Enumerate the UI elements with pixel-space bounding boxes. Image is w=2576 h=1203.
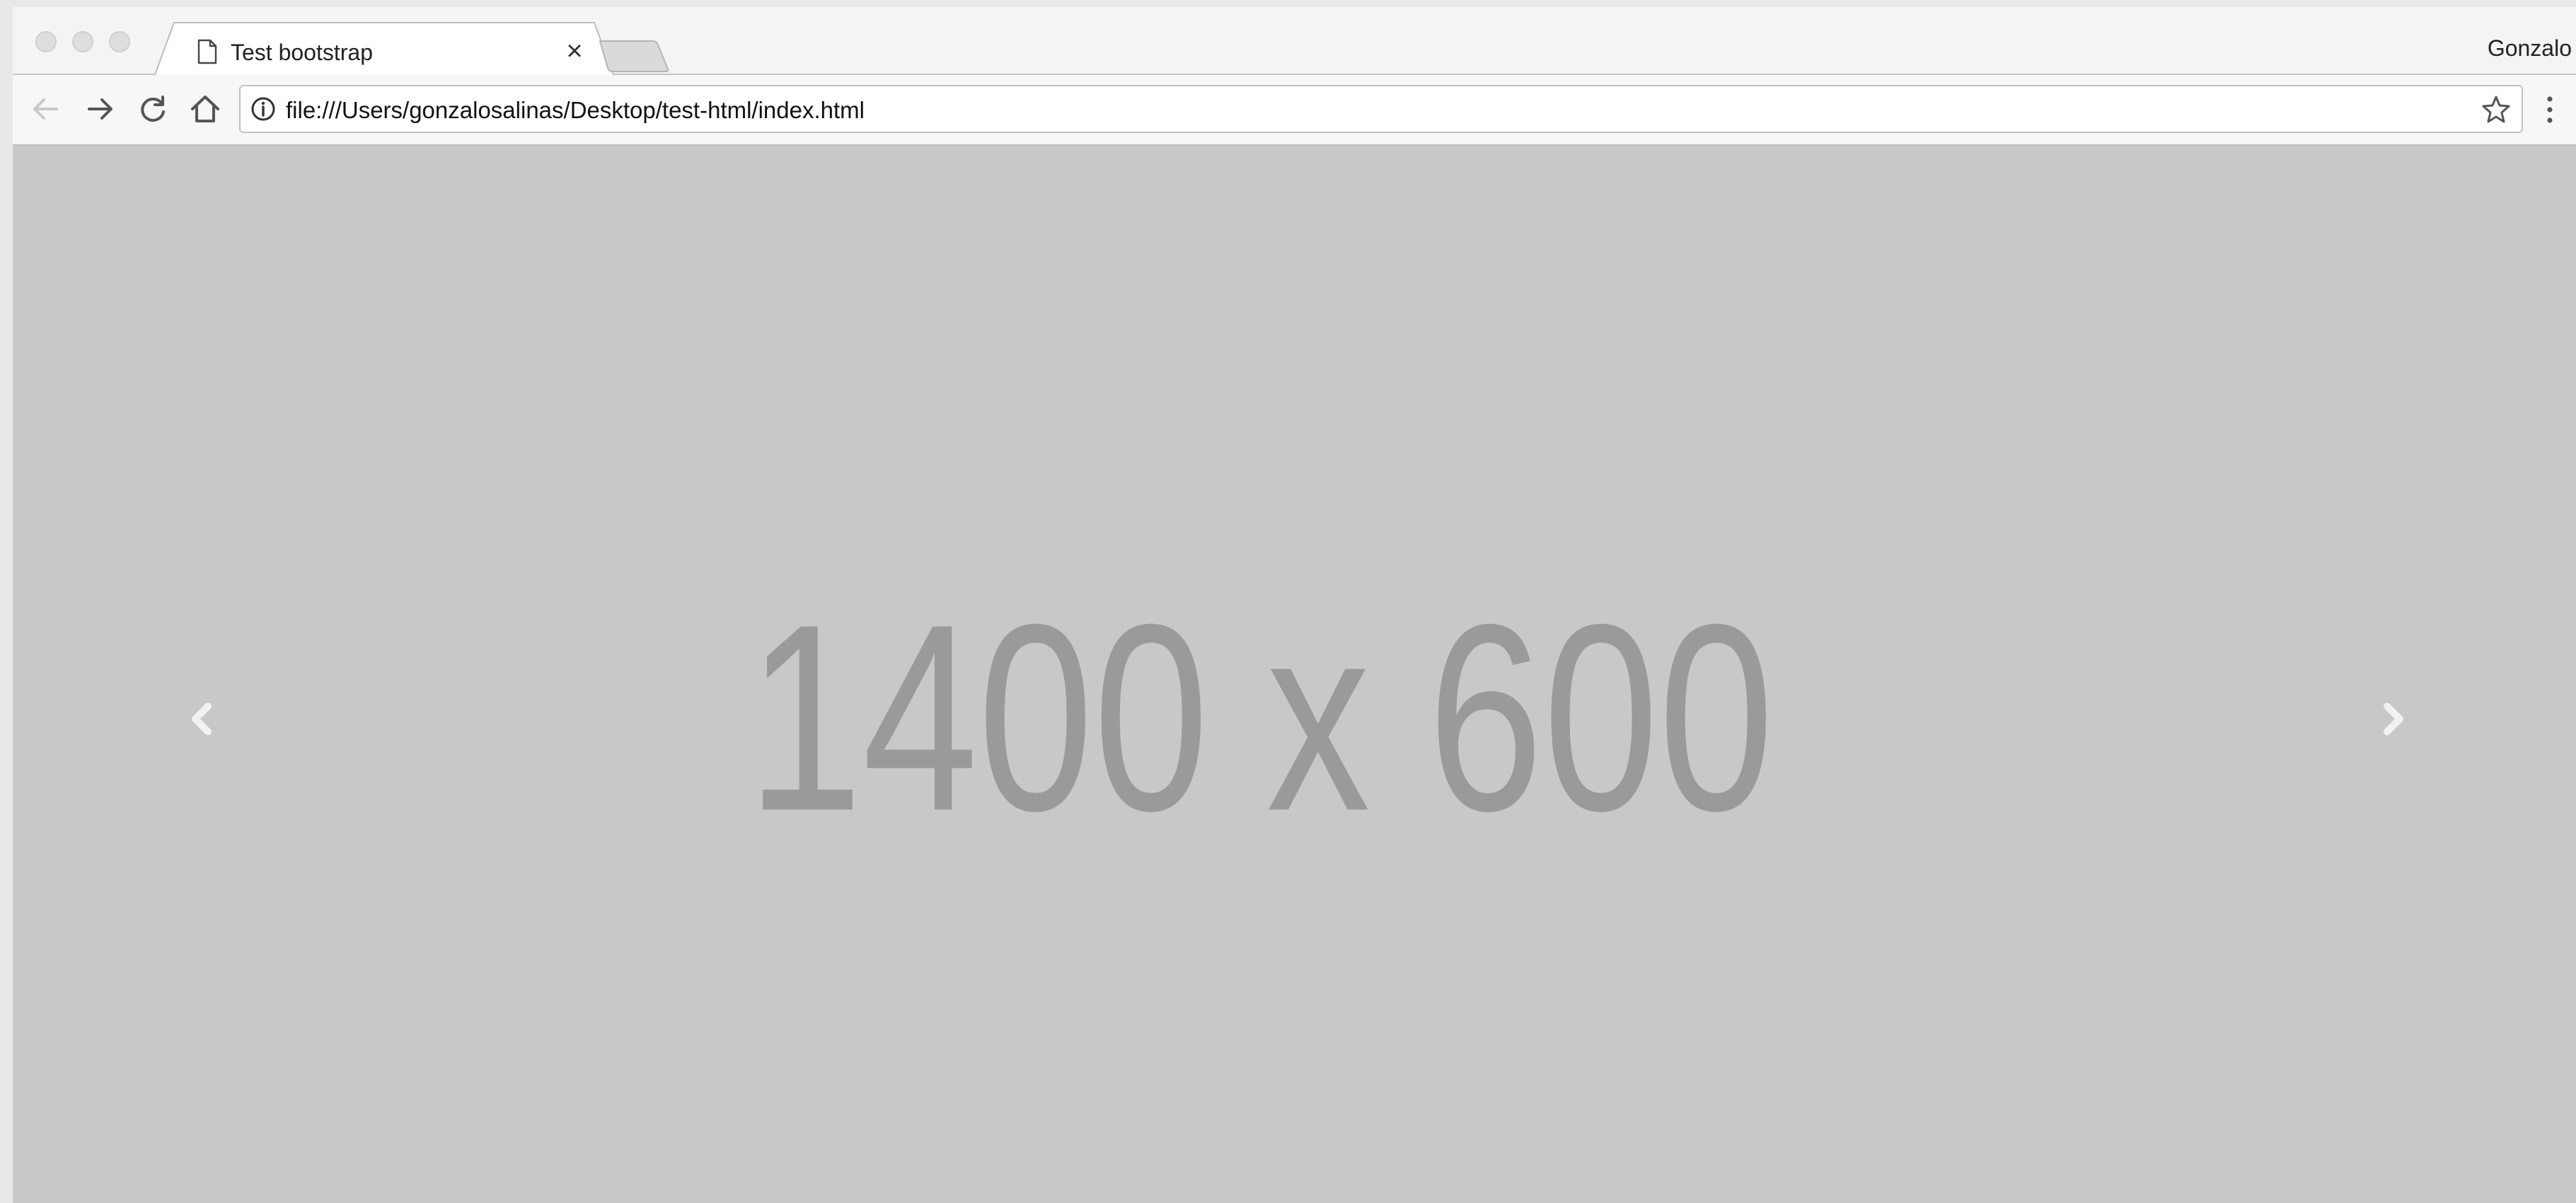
tab-close-button[interactable]: × (560, 37, 589, 65)
chevron-left-icon[interactable] (180, 691, 222, 747)
tab-test-bootstrap[interactable]: Test bootstrap × (154, 21, 614, 76)
url-text[interactable]: file:///Users/gonzalosalinas/Desktop/tes… (286, 97, 865, 124)
kebab-menu-icon[interactable] (2544, 93, 2555, 126)
profile-name[interactable]: Gonzalo (2488, 35, 2572, 62)
chevron-right-icon[interactable] (2373, 691, 2415, 747)
tab-strip: Test bootstrap × Gonzalo (13, 7, 2576, 76)
browser-toolbar: file:///Users/gonzalosalinas/Desktop/tes… (13, 75, 2576, 146)
reload-icon[interactable] (136, 92, 170, 126)
window-close-button[interactable] (35, 31, 57, 52)
info-icon[interactable] (250, 96, 276, 122)
new-tab-button[interactable] (597, 38, 676, 74)
carousel-placeholder-text: 1400 x 600 (747, 569, 1774, 866)
carousel: 1400 x 600 (13, 146, 2576, 1203)
tab-background (154, 22, 614, 76)
home-icon[interactable] (188, 92, 222, 126)
browser-window: Test bootstrap × Gonzalo file:///Users/g… (13, 7, 2576, 1203)
tab-title: Test bootstrap (231, 40, 373, 65)
window-minimize-button[interactable] (72, 31, 93, 52)
window-maximize-button[interactable] (109, 31, 130, 52)
document-icon (197, 39, 217, 64)
address-bar[interactable]: file:///Users/gonzalosalinas/Desktop/tes… (239, 85, 2523, 133)
star-icon[interactable] (2482, 95, 2510, 123)
arrow-left-icon[interactable] (28, 92, 62, 126)
arrow-right-icon[interactable] (83, 92, 117, 126)
